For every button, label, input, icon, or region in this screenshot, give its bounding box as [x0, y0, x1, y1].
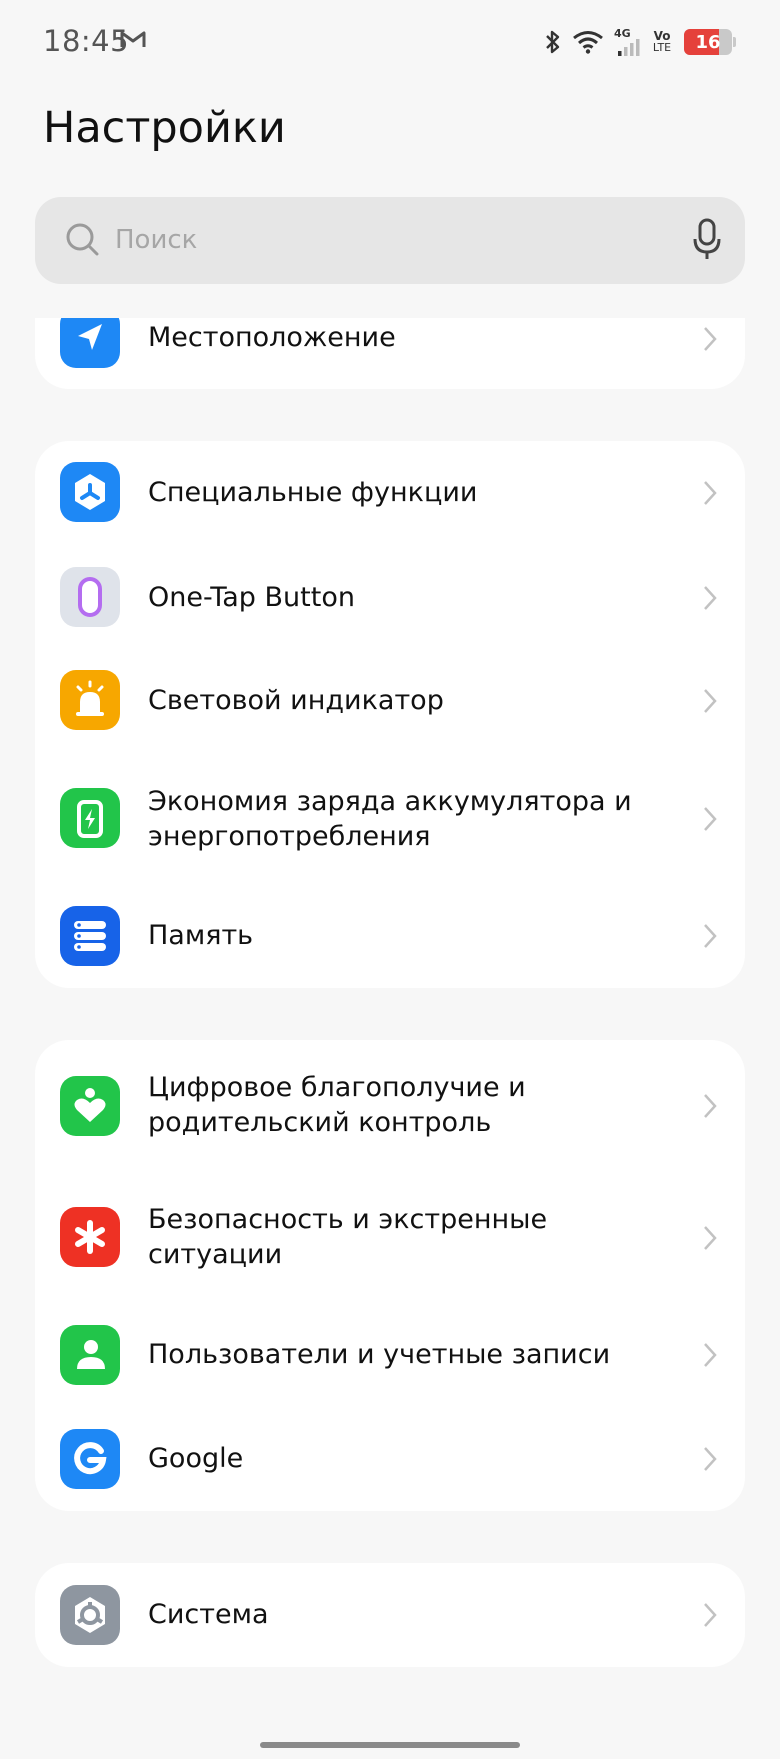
settings-item-battery-saver[interactable]: Экономия заряда аккумулятора и энергопот…	[35, 753, 745, 885]
battery-saver-icon	[60, 788, 120, 848]
settings-item-label: Экономия заряда аккумулятора и энергопот…	[148, 786, 632, 852]
settings-item-label: Система	[148, 1599, 269, 1630]
location-icon	[60, 318, 120, 368]
chevron-right-icon	[704, 481, 717, 505]
chevron-right-icon	[704, 924, 717, 948]
settings-item-storage[interactable]: Память	[35, 885, 745, 988]
settings-item-one-tap-button[interactable]: One-Tap Button	[35, 545, 745, 649]
chevron-right-icon	[704, 1447, 717, 1471]
storage-icon	[60, 906, 120, 966]
digital-wellbeing-icon	[60, 1076, 120, 1136]
settings-item-label: Безопасность и экстренные ситуации	[148, 1204, 548, 1270]
settings-item-label: One-Tap Button	[148, 582, 355, 613]
accessibility-icon	[60, 462, 120, 522]
settings-item-label: Пользователи и учетные записи	[148, 1339, 611, 1370]
search-icon	[66, 223, 99, 256]
settings-group-location: Местоположение	[35, 318, 745, 389]
settings-item-location[interactable]: Местоположение	[35, 318, 745, 388]
volte-icon: Vo LTE	[652, 29, 672, 54]
home-indicator[interactable]	[260, 1742, 520, 1748]
settings-item-label: Цифровое благополучие и родительский кон…	[148, 1072, 526, 1138]
chevron-right-icon	[704, 807, 717, 831]
chevron-right-icon	[704, 689, 717, 713]
settings-item-label: Световой индикатор	[148, 685, 444, 716]
search-input[interactable]	[115, 197, 675, 284]
settings-item-users-accounts[interactable]: Пользователи и учетные записи	[35, 1304, 745, 1408]
chevron-right-icon	[704, 586, 717, 610]
battery-level: 16	[695, 31, 721, 53]
settings-item-safety[interactable]: Безопасность и экстренные ситуации	[35, 1172, 745, 1304]
settings-item-label: Память	[148, 920, 254, 951]
battery-indicator: 16	[684, 29, 736, 55]
settings-item-label: Google	[148, 1443, 244, 1474]
google-icon	[60, 1429, 120, 1489]
settings-item-label: Местоположение	[148, 322, 396, 353]
gmail-icon	[120, 31, 146, 47]
chevron-right-icon	[704, 1226, 717, 1250]
chevron-right-icon	[704, 1343, 717, 1367]
signal-4g-icon: 4G	[614, 28, 640, 56]
chevron-right-icon	[704, 1603, 717, 1627]
safety-emergency-icon	[60, 1207, 120, 1267]
settings-group-accounts: Цифровое благополучие и родительский кон…	[35, 1040, 745, 1511]
light-indicator-icon	[60, 670, 120, 730]
page-title: Настройки	[43, 103, 286, 153]
one-tap-button-icon	[60, 567, 120, 627]
status-bar: 18:45 4G Vo LTE 16	[0, 0, 780, 84]
users-accounts-icon	[60, 1325, 120, 1385]
microphone-icon[interactable]	[691, 217, 723, 263]
status-time: 18:45	[43, 24, 130, 58]
settings-item-accessibility[interactable]: Специальные функции	[35, 441, 745, 545]
status-icons: 4G Vo LTE 16	[544, 26, 736, 58]
settings-item-system[interactable]: Система	[35, 1563, 745, 1667]
settings-item-digital-wellbeing[interactable]: Цифровое благополучие и родительский кон…	[35, 1040, 745, 1172]
settings-item-label: Специальные функции	[148, 477, 478, 508]
search-bar[interactable]	[35, 197, 745, 284]
settings-item-google[interactable]: Google	[35, 1408, 745, 1511]
wifi-icon	[573, 31, 603, 54]
settings-group-system: Система	[35, 1563, 745, 1667]
settings-item-light-indicator[interactable]: Световой индикатор	[35, 649, 745, 753]
chevron-right-icon	[704, 1094, 717, 1118]
bluetooth-icon	[546, 30, 560, 54]
chevron-right-icon	[704, 327, 717, 351]
system-icon	[60, 1585, 120, 1645]
settings-group-device: Специальные функции One-Tap Button Свето…	[35, 441, 745, 988]
